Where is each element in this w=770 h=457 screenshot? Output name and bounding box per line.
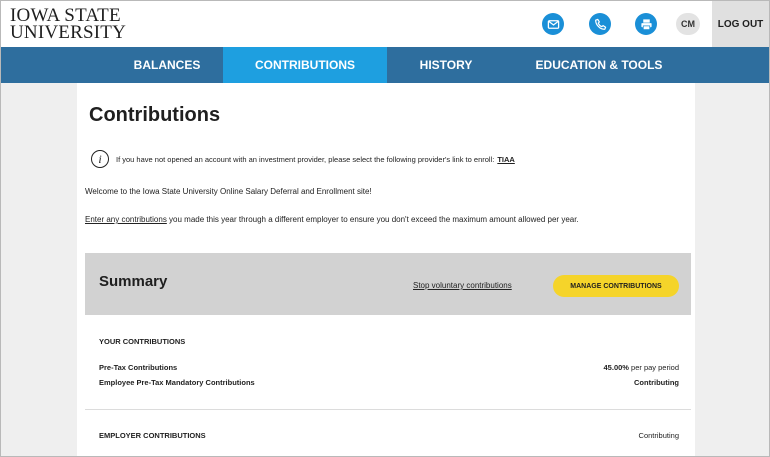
enter-contributions-link[interactable]: Enter any contributions: [85, 215, 167, 224]
info-icon: i: [91, 150, 109, 168]
tab-history[interactable]: HISTORY: [387, 47, 505, 83]
university-logo[interactable]: IOWA STATE UNIVERSITY: [10, 6, 126, 43]
logo-line-2: UNIVERSITY: [10, 22, 126, 43]
summary-body: YOUR CONTRIBUTIONS Pre-Tax Contributions…: [85, 315, 691, 456]
pre-tax-percent: 45.00%: [603, 363, 629, 372]
main-nav: BALANCES CONTRIBUTIONS HISTORY EDUCATION…: [1, 47, 769, 83]
tab-education-tools[interactable]: EDUCATION & TOOLS: [505, 47, 693, 83]
page-title: Contributions: [89, 104, 221, 126]
pre-tax-period: per pay period: [628, 363, 679, 372]
enter-contributions-text: Enter any contributions you made this ye…: [85, 213, 685, 226]
logout-button[interactable]: LOG OUT: [712, 1, 769, 47]
tab-balances[interactable]: BALANCES: [111, 47, 223, 83]
pre-tax-value: 45.00% per pay period: [604, 363, 679, 372]
summary-header: Summary Stop voluntary contributions MAN…: [85, 253, 691, 315]
app-window: IOWA STATE UNIVERSITY CM LOG OUT BALANCE…: [0, 0, 770, 457]
section-divider: [85, 409, 691, 410]
phone-button[interactable]: [589, 13, 611, 35]
tab-contributions[interactable]: CONTRIBUTIONS: [223, 47, 387, 83]
printer-icon: [640, 18, 652, 30]
summary-title: Summary: [99, 273, 168, 290]
mail-button[interactable]: [542, 13, 564, 35]
manage-contributions-button[interactable]: MANAGE CONTRIBUTIONS: [553, 275, 679, 297]
your-contributions-heading: YOUR CONTRIBUTIONS: [99, 337, 186, 346]
print-button[interactable]: [635, 13, 657, 35]
tiaa-link[interactable]: TIAA: [497, 155, 515, 164]
pre-tax-label: Pre-Tax Contributions: [99, 363, 178, 372]
info-notice: i If you have not opened an account with…: [91, 150, 515, 168]
employer-contributions-heading: EMPLOYER CONTRIBUTIONS: [99, 431, 206, 440]
avatar[interactable]: CM: [676, 13, 700, 35]
mandatory-value: Contributing: [634, 378, 679, 387]
mandatory-label: Employee Pre-Tax Mandatory Contributions: [99, 378, 255, 387]
mandatory-status: Contributing: [634, 378, 679, 387]
info-text: If you have not opened an account with a…: [116, 154, 495, 164]
enter-contributions-rest: you made this year through a different e…: [166, 215, 579, 224]
phone-icon: [594, 18, 606, 30]
employer-contributions-status: Contributing: [638, 431, 679, 440]
welcome-text: Welcome to the Iowa State University Onl…: [85, 187, 372, 196]
mail-icon: [547, 19, 559, 29]
stop-voluntary-contributions-link[interactable]: Stop voluntary contributions: [413, 281, 512, 290]
top-bar: IOWA STATE UNIVERSITY CM LOG OUT: [1, 1, 769, 47]
